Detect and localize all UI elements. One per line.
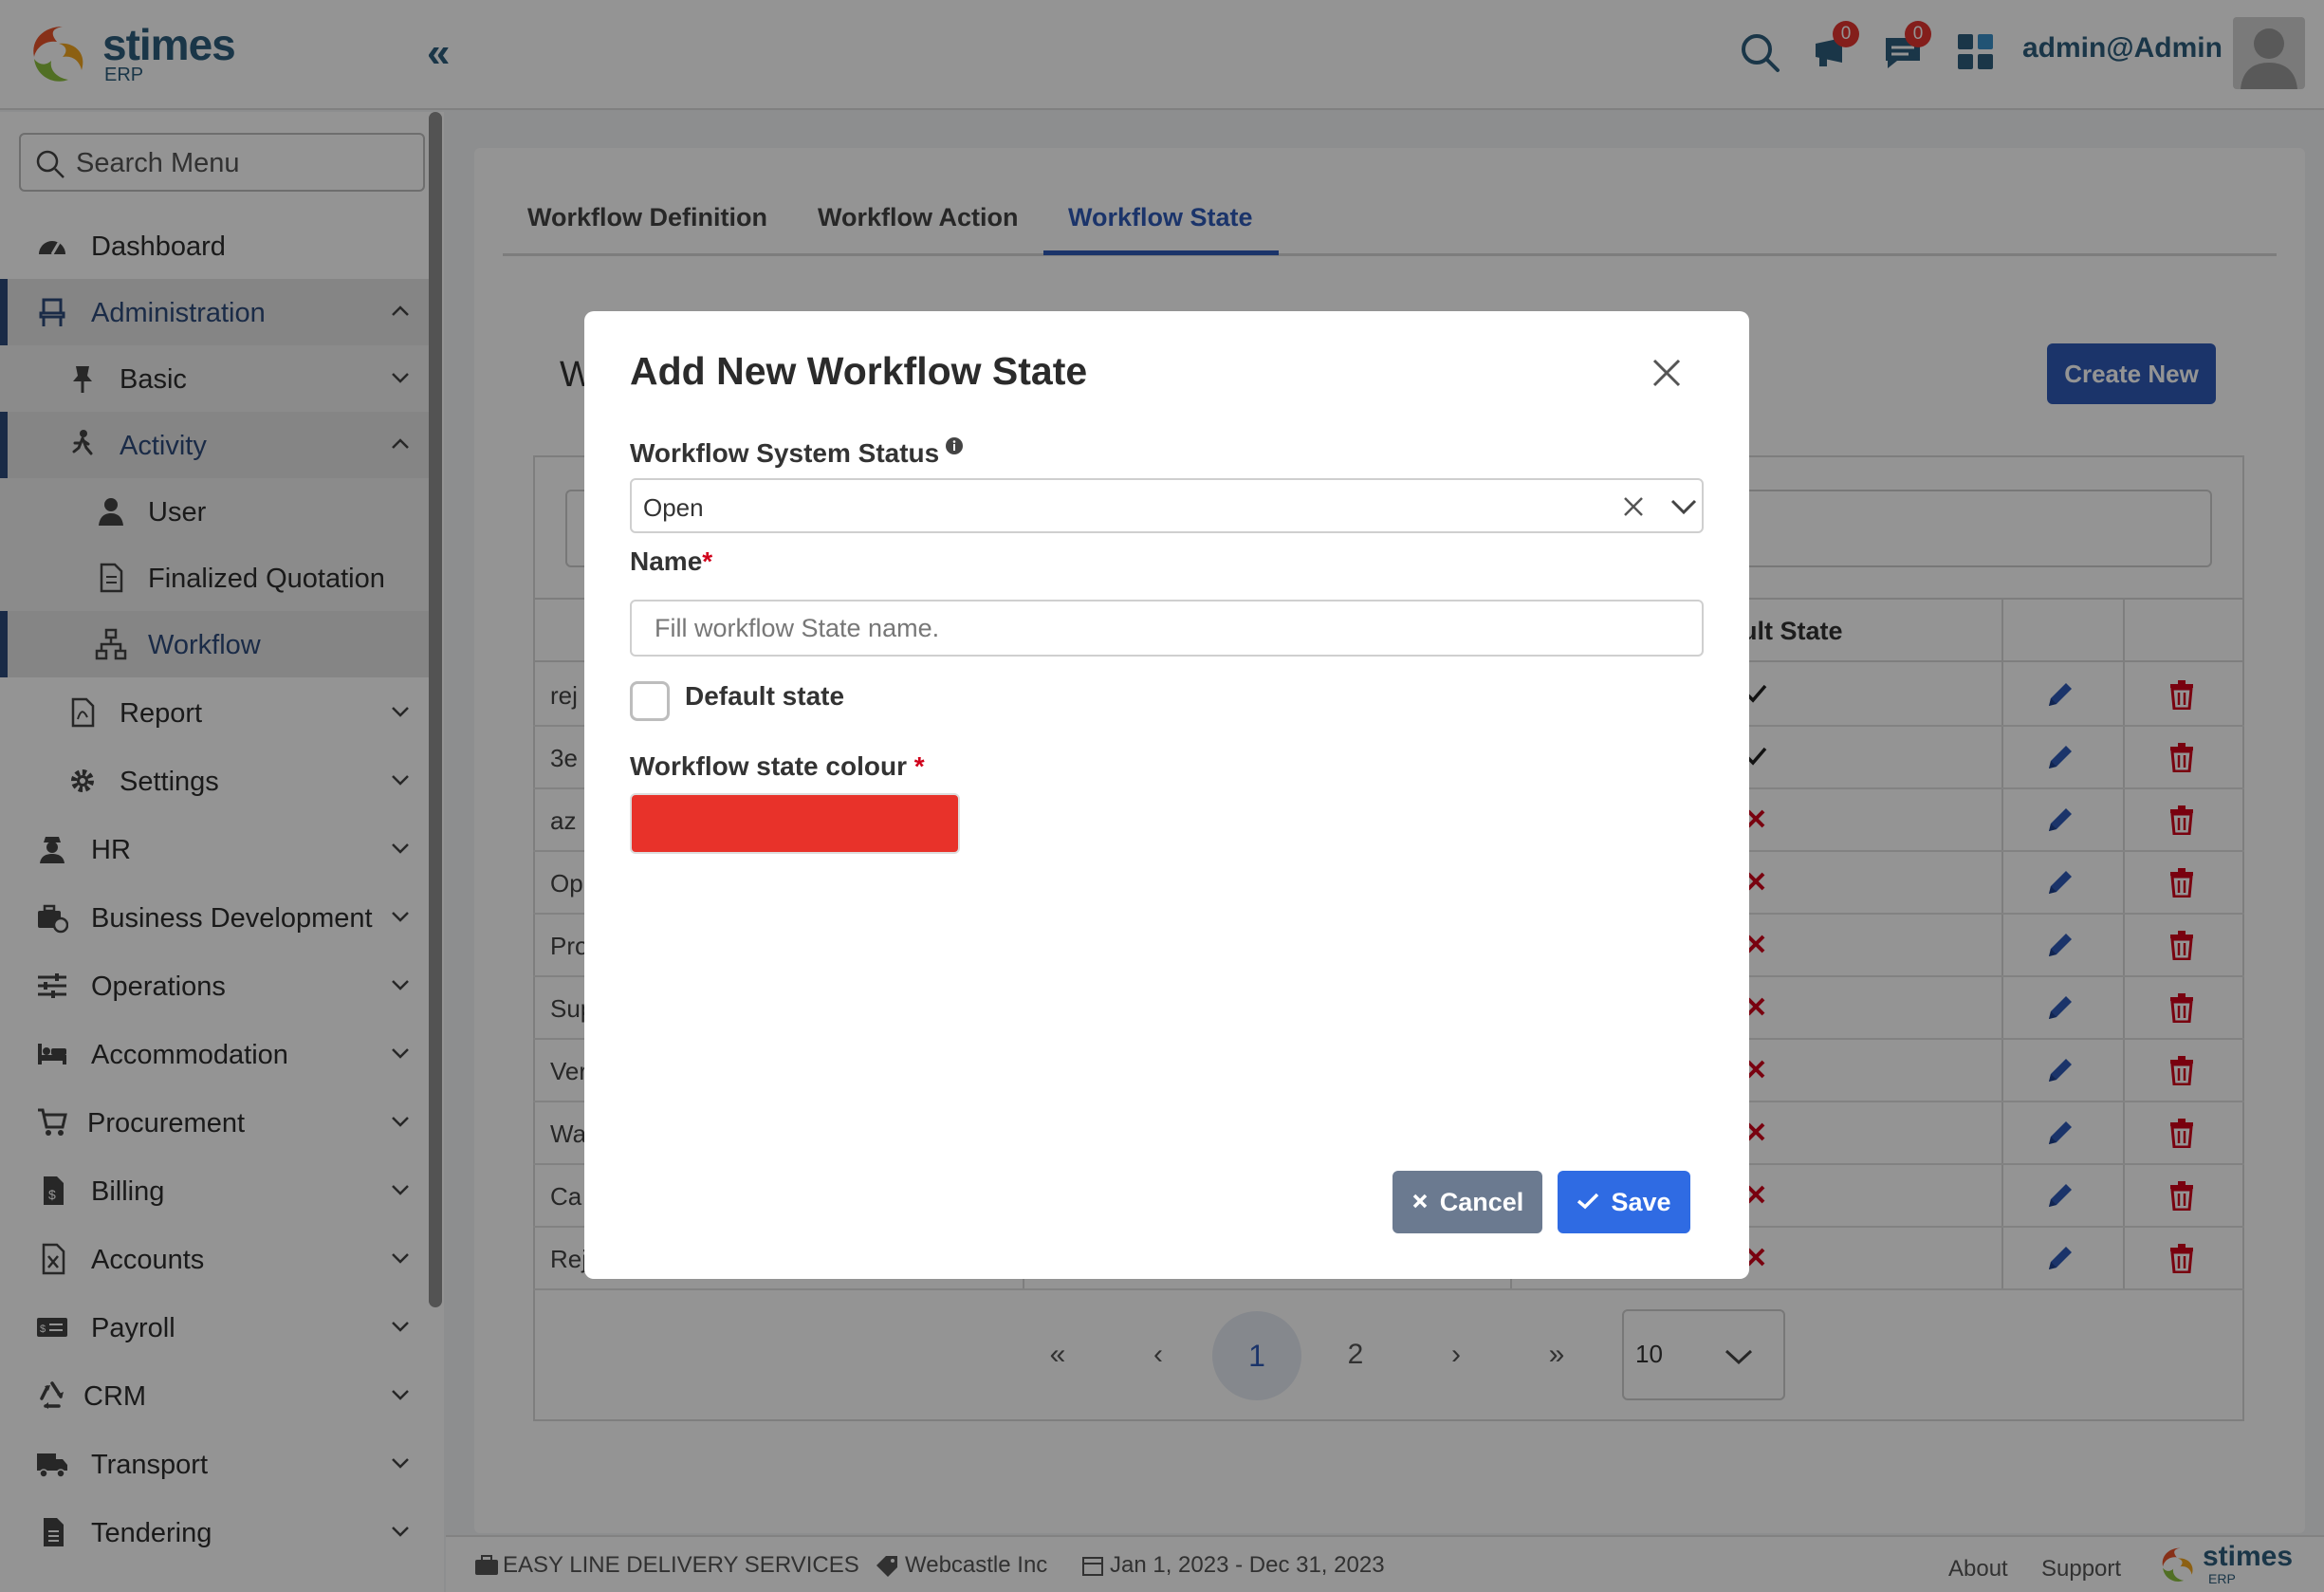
chevron-down-icon[interactable] bbox=[1669, 495, 1698, 518]
modal-title: Add New Workflow State bbox=[630, 349, 1088, 393]
workflow-state-name-input[interactable] bbox=[630, 600, 1704, 657]
save-button[interactable]: Save bbox=[1558, 1171, 1690, 1233]
workflow-state-colour-picker[interactable] bbox=[630, 793, 960, 854]
times-icon bbox=[1412, 1194, 1427, 1209]
default-state-checkbox[interactable] bbox=[630, 681, 670, 721]
cancel-button[interactable]: Cancel bbox=[1393, 1171, 1542, 1233]
name-label-text: Name bbox=[630, 546, 703, 576]
colour-field-label: Workflow state colour * bbox=[630, 751, 925, 782]
info-icon[interactable] bbox=[945, 436, 964, 455]
required-asterisk: * bbox=[702, 546, 713, 576]
default-state-label[interactable]: Default state bbox=[685, 681, 844, 712]
close-icon[interactable] bbox=[1651, 357, 1683, 389]
cancel-label: Cancel bbox=[1439, 1187, 1524, 1216]
required-asterisk: * bbox=[913, 751, 925, 781]
status-label-text: Workflow System Status bbox=[630, 438, 940, 468]
status-field-label: Workflow System Status bbox=[630, 436, 964, 469]
clear-icon[interactable] bbox=[1620, 493, 1647, 520]
name-field-label: Name* bbox=[630, 546, 712, 577]
workflow-system-status-select[interactable]: Open bbox=[630, 478, 1704, 533]
colour-label-text: Workflow state colour bbox=[630, 751, 907, 781]
add-workflow-state-modal: Add New Workflow State Workflow System S… bbox=[584, 311, 1749, 1279]
save-label: Save bbox=[1611, 1187, 1671, 1216]
status-selected-value: Open bbox=[643, 493, 704, 522]
check-icon bbox=[1577, 1194, 1599, 1210]
